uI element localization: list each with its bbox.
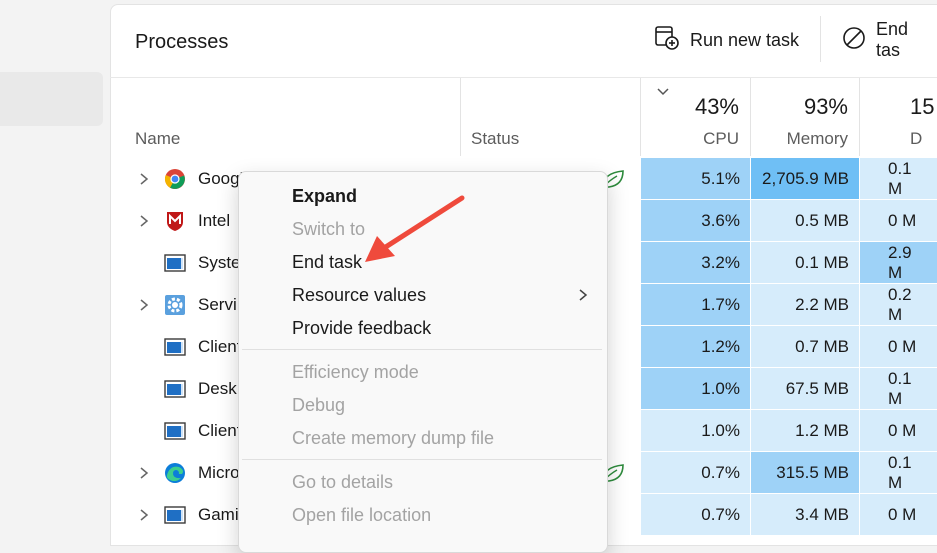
menu-item-resource-values[interactable]: Resource values [292, 280, 426, 310]
menu-item-create-memory-dump-file: Create memory dump file [292, 427, 495, 448]
column-header-name[interactable]: Name [135, 129, 180, 149]
disk-cell: 0.1 M [860, 452, 937, 493]
window-app-icon [164, 336, 186, 358]
chevron-right-icon[interactable] [130, 298, 158, 312]
menu-item-end-task[interactable]: End task [292, 247, 362, 277]
table-row[interactable]: Client [130, 410, 241, 451]
page-title: Processes [135, 31, 229, 53]
disk-cell: 2.9 M [860, 242, 937, 283]
chevron-right-icon[interactable] [130, 466, 158, 480]
table-row[interactable]: Gami [130, 494, 239, 535]
cpu-cell: 0.7% [641, 494, 750, 535]
chevron-right-icon[interactable] [130, 172, 158, 186]
memory-cell: 3.4 MB [751, 494, 859, 535]
window-app-icon [164, 504, 186, 526]
cpu-cell: 3.6% [641, 200, 750, 241]
process-name: Intel [198, 210, 231, 230]
memory-cell: 0.7 MB [751, 326, 859, 367]
end-task-button[interactable]: End tas [842, 18, 937, 62]
menu-item-efficiency-mode: Efficiency mode [292, 361, 419, 382]
process-name: Client [198, 336, 242, 356]
table-row[interactable]: Servi [130, 284, 237, 325]
prohibited-icon [842, 26, 866, 55]
disk-cell: 0.1 M [860, 368, 937, 409]
disk-cell: 0.1 M [860, 158, 937, 199]
run-new-task-button[interactable]: Run new task [654, 18, 799, 62]
column-header-cpu[interactable]: CPU [641, 129, 739, 149]
column-header-status[interactable]: Status [471, 129, 519, 149]
memory-cell: 67.5 MB [751, 368, 859, 409]
menu-item-expand[interactable]: Expand [292, 181, 357, 211]
table-row[interactable]: Syste [130, 242, 241, 283]
cpu-cell: 3.2% [641, 242, 750, 283]
run-task-icon [654, 25, 680, 56]
process-name: Gami [198, 504, 239, 524]
annotation-arrow [365, 195, 465, 262]
disk-cell: 0 M [860, 410, 937, 451]
table-row[interactable]: Google [130, 158, 253, 199]
memory-total-percent: 93% [803, 94, 848, 119]
disk-cell: 0.2 M [860, 284, 937, 325]
chevron-right-icon[interactable] [130, 214, 158, 228]
cpu-total-percent: 43% [694, 94, 739, 119]
memory-cell: 0.1 MB [751, 242, 859, 283]
table-row[interactable]: Intel [130, 200, 230, 241]
menu-separator [242, 459, 602, 460]
cpu-cell: 1.0% [641, 410, 750, 451]
process-name: Syste [198, 252, 241, 272]
memory-cell: 2.2 MB [751, 284, 859, 325]
disk-cell: 0 M [860, 200, 937, 241]
gear-icon [164, 294, 186, 316]
nav-item-selected[interactable] [0, 72, 103, 126]
window-app-icon [164, 378, 186, 400]
chevron-right-icon[interactable] [130, 508, 158, 522]
cpu-cell: 1.7% [641, 284, 750, 325]
menu-item-open-file-location: Open file location [292, 504, 432, 525]
disk-cell: 0 M [860, 494, 937, 535]
end-task-label: End tas [876, 19, 909, 60]
process-name: Micro [198, 462, 240, 482]
mcafee-icon [164, 210, 186, 232]
cpu-cell: 1.0% [641, 368, 750, 409]
process-name: Client [198, 420, 242, 440]
memory-cell: 0.5 MB [751, 200, 859, 241]
cpu-cell: 0.7% [641, 452, 750, 493]
chrome-icon [164, 168, 186, 190]
run-new-task-label: Run new task [690, 29, 800, 50]
column-header-disk[interactable]: D [910, 129, 922, 149]
process-name: Desk [198, 378, 237, 398]
disk-cell: 0 M [860, 326, 937, 367]
cpu-cell: 5.1% [641, 158, 750, 199]
column-header-memory[interactable]: Memory [751, 129, 848, 149]
menu-item-debug: Debug [292, 394, 346, 415]
menu-separator [242, 349, 602, 350]
edge-icon [164, 462, 186, 484]
header-divider [110, 77, 937, 78]
disk-total-percent: 15 [910, 94, 935, 119]
table-row[interactable]: Desk [130, 368, 237, 409]
cpu-cell: 1.2% [641, 326, 750, 367]
table-row[interactable]: Client [130, 326, 241, 367]
window-app-icon [164, 420, 186, 442]
memory-cell: 2,705.9 MB [751, 158, 859, 199]
menu-item-provide-feedback[interactable]: Provide feedback [292, 313, 431, 343]
process-name: Servi [198, 294, 237, 314]
table-row[interactable]: Micro [130, 452, 240, 493]
memory-cell: 1.2 MB [751, 410, 859, 451]
toolbar-divider [820, 16, 821, 62]
submenu-chevron-icon [578, 288, 588, 307]
column-divider [460, 78, 461, 156]
column-divider [859, 78, 860, 156]
window-app-icon [164, 252, 186, 274]
menu-item-go-to-details: Go to details [292, 471, 394, 492]
memory-cell: 315.5 MB [751, 452, 859, 493]
